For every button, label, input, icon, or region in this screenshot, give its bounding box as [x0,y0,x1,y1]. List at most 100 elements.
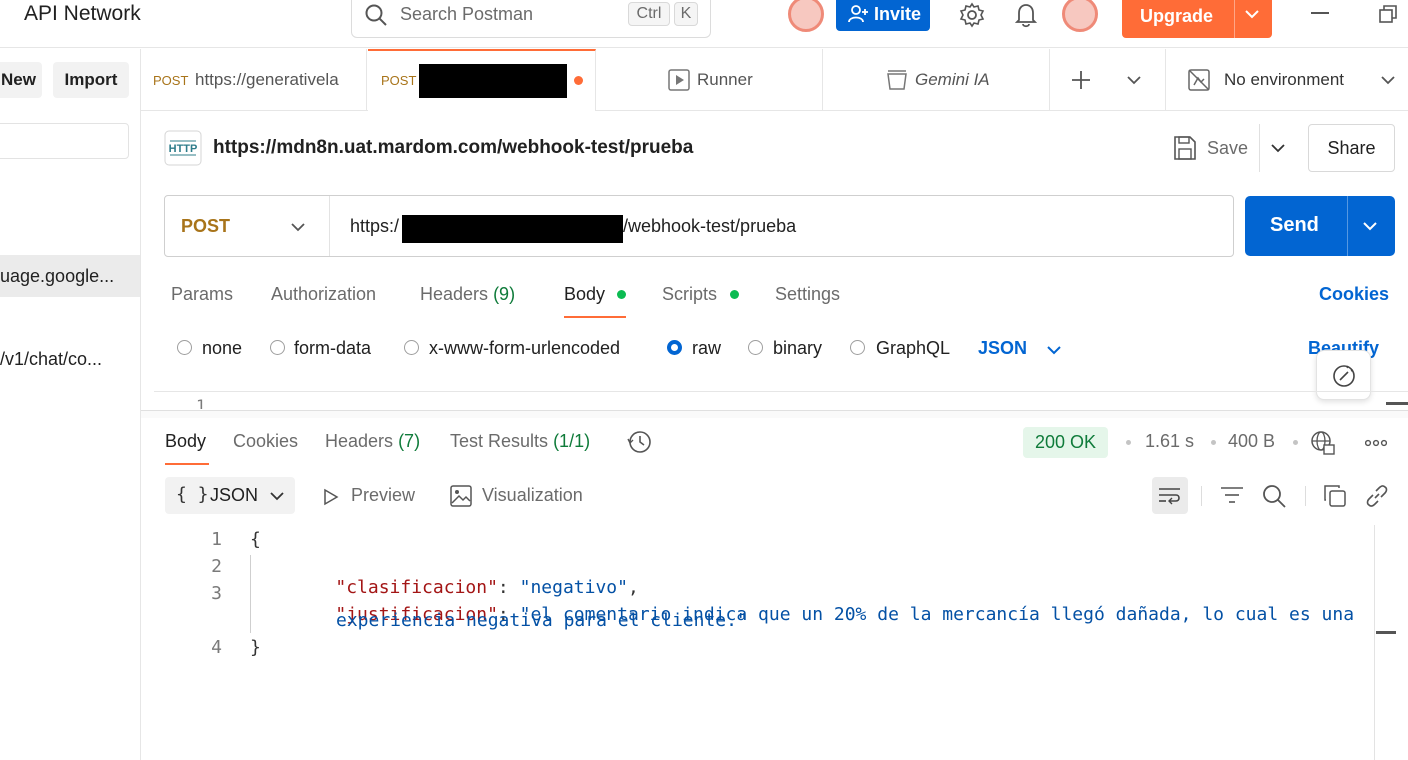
chevron-down-icon[interactable] [1271,143,1285,153]
scrollbar-track[interactable] [1374,525,1375,760]
visualization-button[interactable]: Visualization [450,482,600,510]
body-status-dot [617,290,626,299]
import-label: Import [64,70,118,89]
response-body-viewer[interactable]: 1 2 3 4 { "clasificacion": "negativo", "… [154,525,1408,760]
format-label: JSON [210,485,259,505]
tab-runner[interactable]: Runner [597,49,823,111]
request-name[interactable]: https://mdn8n.uat.mardom.com/webhook-tes… [213,137,693,159]
url-bar: POST https:/ /webhook-test/prueba [164,195,1234,257]
method-select[interactable]: POST [165,196,330,256]
radio-none[interactable] [177,340,192,355]
import-button[interactable]: Import [53,62,129,98]
tab-settings[interactable]: Settings [775,284,840,305]
save-button[interactable]: Save [1166,124,1258,172]
search-box[interactable]: Search Postman Ctrl K [351,0,711,38]
no-environment-icon [1188,69,1210,91]
radio-graphql[interactable] [850,340,865,355]
svg-text:HTTP: HTTP [169,143,198,155]
chevron-down-icon [1047,345,1061,355]
format-select[interactable]: { } JSON [165,477,295,514]
gear-icon[interactable] [959,2,985,28]
toolbar-divider [1201,486,1202,506]
pane-splitter[interactable] [141,410,1408,418]
status-badge[interactable]: 200 OK [1023,427,1109,458]
tab-method: POST [153,73,189,88]
body-language-select[interactable]: JSON [978,338,1068,362]
invite-button[interactable]: Invite [836,0,930,31]
tab-request-2[interactable]: POST [368,49,596,111]
radio-raw[interactable] [667,340,682,355]
meta-dot [1126,440,1131,445]
response-time[interactable]: 1.61 s [1145,431,1194,452]
response-tab-headers[interactable]: Headers (7) [325,431,420,452]
network-globe-icon[interactable] [1310,430,1336,456]
tab-collection[interactable]: Gemini IA [824,49,1050,111]
response-tab-cookies[interactable]: Cookies [233,431,298,452]
chevron-down-icon [1381,75,1395,85]
new-button[interactable]: New [0,62,42,98]
history-icon[interactable] [627,429,653,455]
chevron-down-icon[interactable] [1127,75,1141,85]
upgrade-button[interactable]: Upgrade [1122,0,1272,38]
plus-icon[interactable] [1070,69,1092,91]
scrollbar-thumb[interactable] [1376,631,1396,634]
sidebar-filter-input[interactable] [0,123,129,159]
restore-icon[interactable] [1379,5,1397,23]
cookies-link[interactable]: Cookies [1319,284,1389,305]
radio-binary-label: binary [773,338,823,358]
environment-selector[interactable]: No environment [1165,49,1408,111]
radio-form-data-label: form-data [294,338,372,358]
tab-scripts[interactable]: Scripts [662,284,717,305]
tab-label: Gemini IA [915,70,990,89]
radio-binary[interactable] [748,340,763,355]
wrap-lines-button[interactable] [1152,477,1188,514]
editor-line-number: 1 [196,396,206,409]
response-size[interactable]: 400 B [1228,431,1275,452]
link-icon[interactable] [1365,484,1389,508]
radio-urlencoded[interactable] [404,340,419,355]
tab-body[interactable]: Body [564,284,605,305]
request-body-editor[interactable]: 1 [154,391,1408,409]
radio-form-data[interactable] [270,340,285,355]
response-headers-count: (7) [398,431,421,451]
meta-dot [1293,440,1298,445]
tab-headers[interactable]: Headers (9) [420,284,515,305]
copy-icon[interactable] [1323,484,1347,508]
bell-icon[interactable] [1015,2,1037,28]
search-icon[interactable] [1262,484,1286,508]
send-divider [1347,196,1348,256]
meta-dot [1211,440,1216,445]
sidebar-item-label[interactable]: /v1/chat/co... [0,349,102,370]
tab-method: POST [381,73,417,88]
chevron-down-icon[interactable] [1245,9,1259,19]
tab-params[interactable]: Params [171,284,233,305]
tab-body-label: Body [564,284,606,304]
preview-button[interactable]: Preview [320,482,430,510]
tab-authorization[interactable]: Authorization [271,284,376,305]
redacted-block [402,215,623,243]
response-headers-label: Headers [325,431,394,451]
search-icon [364,3,388,27]
json-brace-close: } [250,637,261,658]
workspace-title[interactable]: API Network [24,2,141,26]
url-suffix: /webhook-test/prueba [623,216,797,236]
minimize-icon[interactable] [1311,12,1329,14]
send-button[interactable]: Send [1245,196,1395,256]
play-icon [668,69,690,91]
tab-request-1[interactable]: POST https://generativela [141,49,367,111]
filter-icon[interactable] [1220,485,1244,505]
user-avatar[interactable] [1062,0,1098,32]
more-options-icon[interactable] [1365,439,1387,447]
response-tab-tests[interactable]: Test Results (1/1) [450,431,590,452]
sidebar: New Import uage.google... /v1/chat/co... [0,49,141,760]
radio-none-label: none [202,338,243,358]
response-tests-count: (1/1) [553,431,591,451]
line-number: 2 [211,556,222,577]
save-divider [1259,124,1260,172]
response-tab-body[interactable]: Body [165,431,206,452]
share-button[interactable]: Share [1308,124,1395,172]
chevron-down-icon[interactable] [1363,221,1377,231]
url-input[interactable]: https:/ /webhook-test/prueba [331,196,1233,256]
team-avatar[interactable] [788,0,824,32]
search-placeholder: Search Postman [400,4,534,24]
